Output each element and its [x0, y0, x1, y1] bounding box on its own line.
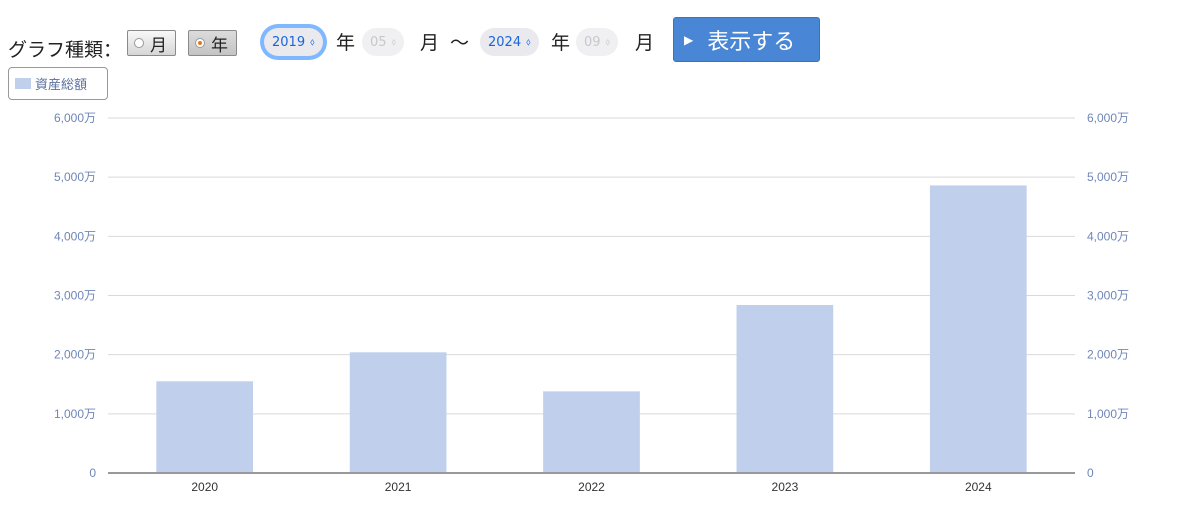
y-tick-label-right: 3,000万	[1087, 289, 1129, 303]
x-tick-label: 2022	[578, 480, 605, 494]
y-tick-label-left: 1,000万	[54, 407, 96, 421]
y-tick-label-left: 3,000万	[54, 289, 96, 303]
asset-bar-chart: 0 0 1,000万 1,000万 2,000万 2,000万 3,000万 3,000万 4,…	[54, 111, 1129, 494]
y-tick-label-right: 5,000万	[1087, 170, 1129, 184]
x-tick-label: 2024	[965, 480, 992, 494]
y-tick-label-right: 6,000万	[1087, 111, 1129, 125]
y-tick-label-right: 0	[1087, 466, 1094, 480]
bar	[349, 352, 447, 473]
bar	[543, 391, 640, 473]
bar	[736, 304, 834, 473]
y-tick-label-right: 4,000万	[1087, 229, 1129, 243]
bar	[929, 185, 1027, 473]
x-tick-label: 2021	[385, 480, 412, 494]
x-tick-label: 2020	[191, 480, 218, 494]
y-tick-label-left: 4,000万	[54, 229, 96, 243]
y-tick-label-left: 5,000万	[54, 170, 96, 184]
y-tick-label-right: 2,000万	[1087, 348, 1129, 362]
bar	[156, 381, 254, 473]
y-tick-label-left: 2,000万	[54, 348, 96, 362]
y-tick-label-right: 1,000万	[1087, 407, 1129, 421]
x-tick-label: 2023	[772, 480, 799, 494]
y-tick-label-left: 6,000万	[54, 111, 96, 125]
y-tick-label-left: 0	[89, 466, 96, 480]
